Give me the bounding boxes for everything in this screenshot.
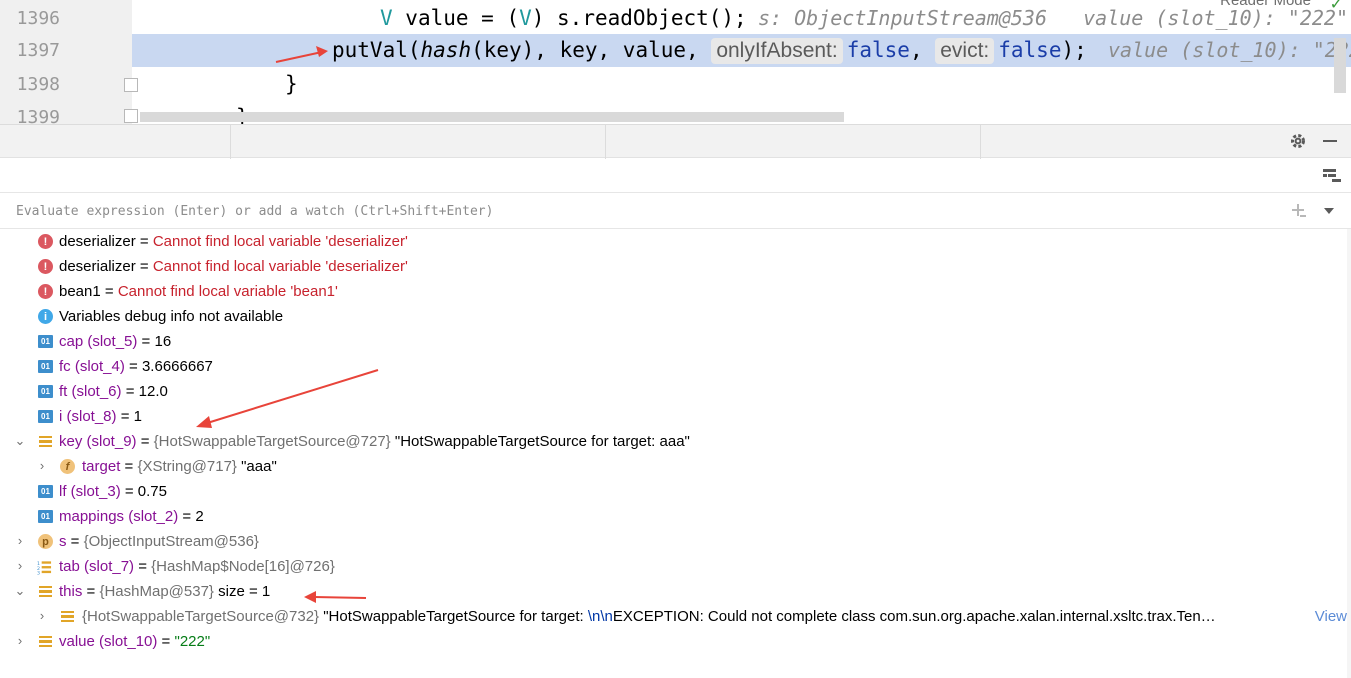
variable-row[interactable]: ⌄ this = {HashMap@537} size = 1: [0, 579, 1347, 604]
add-watch-icon[interactable]: [1287, 199, 1311, 223]
variable-text: this = {HashMap@537} size = 1: [59, 583, 271, 600]
primitive-icon: 01: [38, 410, 53, 423]
variable-text: target = {XString@717} "aaa": [82, 458, 277, 475]
object-icon: [39, 585, 52, 598]
variable-row[interactable]: ⌄ key (slot_9) = {HotSwappableTargetSour…: [0, 429, 1347, 454]
variables-scrollbar[interactable]: [1347, 229, 1351, 678]
code-editor[interactable]: Reader Mode ✓ 1396 V value = (V) s.readO…: [0, 0, 1351, 124]
line-number: 1399: [16, 107, 60, 124]
editor-vertical-scrollbar[interactable]: [1334, 38, 1346, 93]
gear-icon[interactable]: [1286, 129, 1310, 153]
field-icon: f: [60, 459, 75, 474]
variable-row[interactable]: › 123 tab (slot_7) = {HashMap$Node[16]@7…: [0, 554, 1347, 579]
layout-icon[interactable]: [1322, 166, 1342, 184]
variables-tree[interactable]: ! deserializer = Cannot find local varia…: [0, 229, 1347, 678]
code-text: putVal(hash(key), key, value, onlyIfAbse…: [332, 38, 1087, 64]
annotation-arrow-icon: [196, 369, 379, 428]
variable-text: deserializer = Cannot find local variabl…: [59, 258, 408, 275]
code-line: 1396 V value = (V) s.readObject(); s: Ob…: [0, 2, 1351, 35]
param-hint-only-if-absent: onlyIfAbsent:: [711, 38, 843, 64]
inline-debug-values: s: ObjectInputStream@536 value (slot_10)…: [758, 6, 1349, 30]
view-link[interactable]: View: [1315, 604, 1347, 629]
variable-text: {HotSwappableTargetSource@732} "HotSwapp…: [82, 608, 1216, 625]
primitive-icon: 01: [38, 385, 53, 398]
chevron-right-icon[interactable]: ›: [14, 634, 26, 647]
variable-row[interactable]: › f target = {XString@717} "aaa": [0, 454, 1347, 479]
annotation-arrow-icon: [304, 591, 367, 603]
svg-text:3: 3: [37, 570, 40, 575]
evaluate-expression-input[interactable]: [8, 197, 1278, 225]
variable-row[interactable]: 01 lf (slot_3) = 0.75: [0, 479, 1347, 504]
chevron-down-icon[interactable]: ⌄: [14, 584, 26, 597]
debug-toolbar: [0, 124, 1351, 159]
variable-row[interactable]: › {HotSwappableTargetSource@732} "HotSwa…: [0, 604, 1347, 629]
info-icon: i: [38, 309, 53, 324]
chevron-right-icon[interactable]: ›: [14, 559, 26, 572]
variable-text: value (slot_10) = "222": [59, 633, 211, 650]
editor-horizontal-scrollbar[interactable]: [140, 112, 844, 122]
object-icon: [61, 610, 74, 623]
fold-marker-icon[interactable]: [124, 109, 138, 123]
variable-text: tab (slot_7) = {HashMap$Node[16]@726}: [59, 558, 335, 575]
code-text: V value = (V) s.readObject();: [380, 6, 747, 30]
line-number: 1396: [16, 8, 60, 29]
object-icon: [39, 435, 52, 448]
line-number: 1397: [16, 40, 60, 61]
variable-row[interactable]: › value (slot_10) = "222": [0, 629, 1347, 654]
toolbar-divider: [230, 125, 231, 159]
parameter-icon: p: [38, 534, 53, 549]
variable-row[interactable]: 01 cap (slot_5) = 16: [0, 329, 1347, 354]
error-icon: !: [38, 234, 53, 249]
primitive-icon: 01: [38, 335, 53, 348]
inline-debug-values: value (slot_10): "222": [1108, 38, 1351, 62]
variable-text: ft (slot_6) = 12.0: [59, 383, 168, 400]
chevron-right-icon[interactable]: ›: [14, 534, 26, 547]
variable-text: i (slot_8) = 1: [59, 408, 142, 425]
variable-text: s = {ObjectInputStream@536}: [59, 533, 259, 550]
variable-row[interactable]: ! deserializer = Cannot find local varia…: [0, 254, 1347, 279]
code-line: 1398 }: [0, 68, 1351, 101]
minimize-icon[interactable]: [1318, 129, 1342, 153]
toolbar-divider: [605, 125, 606, 159]
param-hint-evict: evict:: [935, 38, 995, 64]
toolbar-divider: [980, 125, 981, 159]
variable-text: lf (slot_3) = 0.75: [59, 483, 167, 500]
variable-text: bean1 = Cannot find local variable 'bean…: [59, 283, 338, 300]
object-icon: [39, 635, 52, 648]
error-icon: !: [38, 284, 53, 299]
variable-text: deserializer = Cannot find local variabl…: [59, 233, 408, 250]
variable-text: cap (slot_5) = 16: [59, 333, 172, 350]
evaluate-expression-bar: [0, 192, 1351, 229]
execution-line: 1397 putVal(hash(key), key, value, onlyI…: [0, 34, 1351, 67]
chevron-down-icon[interactable]: [1317, 199, 1341, 223]
variable-row[interactable]: i Variables debug info not available: [0, 304, 1347, 329]
variable-text: Variables debug info not available: [59, 308, 284, 325]
primitive-icon: 01: [38, 485, 53, 498]
variable-text: mappings (slot_2) = 2: [59, 508, 204, 525]
code-text: }: [285, 72, 298, 96]
error-icon: !: [38, 259, 53, 274]
variable-row[interactable]: › p s = {ObjectInputStream@536}: [0, 529, 1347, 554]
variable-row[interactable]: ! deserializer = Cannot find local varia…: [0, 229, 1347, 254]
primitive-icon: 01: [38, 360, 53, 373]
chevron-right-icon[interactable]: ›: [36, 459, 48, 472]
variable-text: key (slot_9) = {HotSwappableTargetSource…: [59, 433, 690, 450]
line-number: 1398: [16, 74, 60, 95]
primitive-icon: 01: [38, 510, 53, 523]
array-icon: 123: [37, 559, 52, 575]
variable-row[interactable]: ! bean1 = Cannot find local variable 'be…: [0, 279, 1347, 304]
fold-marker-icon[interactable]: [124, 78, 138, 92]
variable-row[interactable]: 01 mappings (slot_2) = 2: [0, 504, 1347, 529]
chevron-right-icon[interactable]: ›: [36, 609, 48, 622]
annotation-arrow-icon: [275, 46, 328, 63]
chevron-down-icon[interactable]: ⌄: [14, 434, 26, 447]
